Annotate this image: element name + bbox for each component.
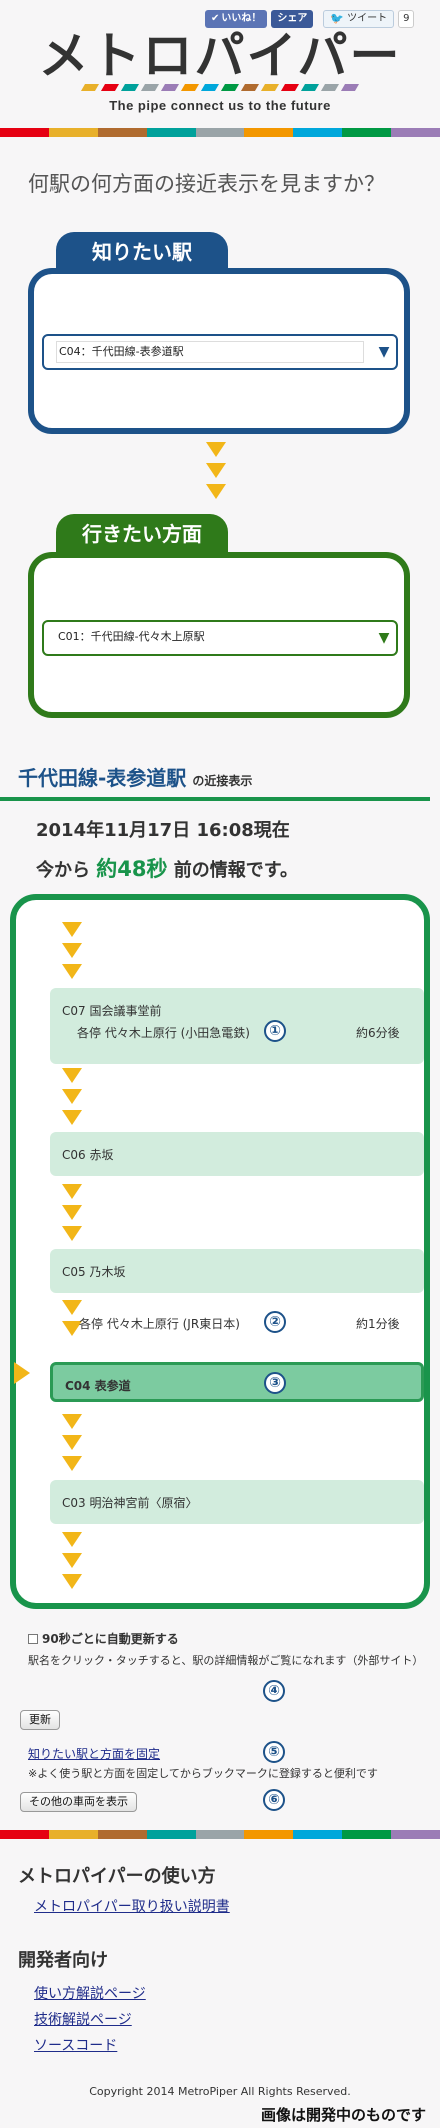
fix-station-link[interactable]: 知りたい駅と方面を固定 <box>28 1745 160 1762</box>
divider <box>0 797 430 801</box>
down-arrow-icon <box>62 1068 82 1083</box>
train-eta: 約1分後 <box>356 1317 400 1331</box>
train-info: 各停 代々木上原行 (小田急電鉄) <box>77 1026 250 1040</box>
destination-tab: 行きたい方面 <box>56 514 228 554</box>
development-note: 画像は開発中のものです <box>260 2106 426 2124</box>
route-diagram: C07 国会議事堂前 各停 代々木上原行 (小田急電鉄) ① 約6分後 C06 … <box>10 894 430 1609</box>
station-item-c06[interactable]: C06 赤坂 <box>50 1132 424 1176</box>
like-button[interactable]: ✔ いいね！ <box>205 10 268 28</box>
twitter-bird-icon: 🐦 <box>330 12 345 25</box>
result-station-title: 千代田線-表参道駅 の近接表示 <box>18 766 253 790</box>
down-arrow-icon <box>62 1089 82 1104</box>
down-arrow-icon <box>62 1184 82 1199</box>
station-click-hint: 駅名をクリック・タッチすると、駅の詳細情報がご覧になれます（外部サイト） <box>28 1654 424 1667</box>
destination-select-value: C01：千代田線-代々木上原駅 <box>58 630 205 643</box>
copyright: Copyright 2014 MetroPiper All Rights Res… <box>89 2085 351 2098</box>
update-button[interactable]: 更新 <box>20 1710 60 1730</box>
auto-update-toggle[interactable]: 90秒ごとに自動更新する <box>28 1630 179 1647</box>
tech-guide-link[interactable]: 技術解説ページ <box>34 2009 132 2029</box>
train-info: 各停 代々木上原行 (JR東日本) <box>79 1317 240 1331</box>
marker-2: ② <box>264 1311 286 1333</box>
marker-4: ④ <box>263 1680 285 1702</box>
manual-link[interactable]: メトロパイパー取り扱い説明書 <box>34 1896 230 1916</box>
logo-title: メトロパイパー <box>38 27 402 85</box>
logo[interactable]: メトロパイパー The pipe connect us to the futur… <box>0 30 440 113</box>
down-arrow-icon <box>62 1110 82 1125</box>
origin-station-select[interactable]: C04：千代田線-表参道駅 ▼ <box>42 334 398 370</box>
usage-section-title: メトロパイパーの使い方 <box>18 1866 216 1887</box>
page-question: 何駅の何方面の接近表示を見ますか？ <box>28 172 385 196</box>
down-arrow-icon <box>62 1532 82 1547</box>
origin-box: C04：千代田線-表参道駅 ▼ <box>28 268 410 434</box>
down-arrow-icon <box>62 1300 82 1315</box>
marker-5: ⑤ <box>263 1741 285 1763</box>
show-other-trains-button[interactable]: その他の車両を表示 <box>20 1792 137 1812</box>
tweet-count: 9 <box>398 10 415 28</box>
share-button[interactable]: シェア <box>271 10 314 28</box>
destination-box: C01：千代田線-代々木上原駅 ▼ <box>28 552 410 718</box>
down-arrow-icon <box>62 1574 82 1589</box>
marker-1: ① <box>264 1020 286 1042</box>
color-stripe-top <box>0 128 440 137</box>
marker-6: ⑥ <box>263 1789 285 1811</box>
freshness-text: 今から 約48秒 前の情報です。 <box>36 857 298 881</box>
color-stripe-bottom <box>0 1830 440 1839</box>
station-item-c04-current[interactable]: C04 表参道 <box>50 1362 424 1402</box>
current-station-pointer-icon <box>14 1362 30 1384</box>
station-item-c03[interactable]: C03 明治神宮前〈原宿〉 <box>50 1480 424 1524</box>
down-arrow-icon <box>62 1414 82 1429</box>
logo-pipes-decoration <box>0 84 440 96</box>
social-buttons: ✔ いいね！ シェア 🐦 ツイート 9 <box>205 10 415 28</box>
down-arrow-icon <box>62 943 82 958</box>
auto-update-checkbox[interactable] <box>28 1633 38 1644</box>
logo-tagline: The pipe connect us to the future <box>109 98 331 113</box>
timestamp: 2014年11月17日 16:08現在 <box>36 820 290 841</box>
fix-station-note: ※よく使う駅と方面を固定してからブックマークに登録すると便利です <box>28 1767 378 1780</box>
check-icon: ✔ <box>211 13 220 24</box>
down-arrow-icon <box>206 463 226 478</box>
source-code-link[interactable]: ソースコード <box>34 2035 117 2055</box>
down-arrow-icon <box>62 1226 82 1241</box>
chevron-down-icon: ▼ <box>378 630 390 646</box>
flow-arrows <box>206 442 226 505</box>
down-arrow-icon <box>206 484 226 499</box>
destination-select[interactable]: C01：千代田線-代々木上原駅 ▼ <box>42 620 398 656</box>
down-arrow-icon <box>62 1553 82 1568</box>
down-arrow-icon <box>62 1435 82 1450</box>
down-arrow-icon <box>62 922 82 937</box>
station-item-c05[interactable]: C05 乃木坂 <box>50 1249 424 1293</box>
chevron-down-icon: ▼ <box>378 344 390 360</box>
tweet-button[interactable]: 🐦 ツイート <box>323 10 395 28</box>
developer-section-title: 開発者向け <box>18 1950 108 1971</box>
down-arrow-icon <box>62 1205 82 1220</box>
origin-select-value: C04：千代田線-表参道駅 <box>56 341 364 363</box>
usage-guide-link[interactable]: 使い方解説ページ <box>34 1983 146 2003</box>
marker-3: ③ <box>264 1372 286 1394</box>
train-eta: 約6分後 <box>356 1026 400 1040</box>
down-arrow-icon <box>62 1456 82 1471</box>
down-arrow-icon <box>206 442 226 457</box>
origin-tab: 知りたい駅 <box>56 232 228 272</box>
down-arrow-icon <box>62 964 82 979</box>
